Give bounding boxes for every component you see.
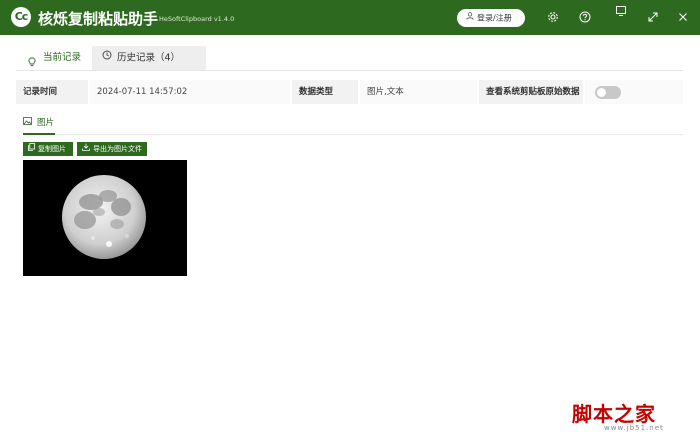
pin-icon[interactable]	[615, 5, 627, 17]
tab-image[interactable]: 图片	[23, 116, 54, 132]
moon-image	[23, 160, 187, 276]
toggle-knob	[597, 88, 606, 97]
watermark-title: 脚本之家	[572, 402, 656, 426]
user-icon	[466, 9, 474, 27]
copy-image-button[interactable]: 复制图片	[23, 142, 73, 156]
app-logo: Cc	[11, 7, 31, 27]
copy-icon	[28, 142, 35, 156]
help-icon[interactable]	[579, 11, 591, 23]
tab-image-label: 图片	[37, 118, 55, 128]
tab-history-record[interactable]: 历史记录（4）	[92, 46, 206, 70]
record-time-value: 2024-07-11 14:57:02	[90, 80, 290, 104]
content-tabs-divider	[23, 134, 683, 135]
raw-data-label: 查看系统剪贴板原始数据	[479, 80, 583, 104]
tab-current-record[interactable]: 当前记录	[16, 46, 90, 70]
data-type-value: 图片,文本	[360, 80, 477, 104]
login-register-button[interactable]: 登录/注册	[457, 9, 525, 27]
record-info-row: 记录时间 2024-07-11 14:57:02 数据类型 图片,文本 查看系统…	[16, 80, 683, 104]
export-image-label: 导出为图片文件	[93, 145, 142, 153]
settings-icon[interactable]	[547, 11, 559, 23]
active-tab-indicator	[23, 133, 55, 135]
maximize-icon[interactable]	[647, 11, 659, 23]
title-bar: Cc 核烁复制粘贴助手 HeSoftClipboard v1.4.0 登录/注册	[0, 0, 700, 35]
tab-history-label: 历史记录（4）	[117, 52, 181, 64]
history-icon	[102, 46, 112, 70]
export-image-button[interactable]: 导出为图片文件	[77, 142, 147, 156]
app-title: 核烁复制粘贴助手	[38, 10, 159, 28]
record-time-label: 记录时间	[16, 80, 88, 104]
copy-image-label: 复制图片	[38, 145, 66, 153]
tabs-divider	[16, 70, 683, 71]
clipboard-image-preview	[23, 160, 187, 276]
site-watermark: 脚本之家 www.jb51.net	[572, 398, 692, 438]
app-version: HeSoftClipboard v1.4.0	[159, 15, 235, 23]
data-type-label: 数据类型	[292, 80, 358, 104]
bulb-icon	[28, 53, 36, 77]
close-icon[interactable]	[677, 11, 689, 23]
image-icon	[23, 117, 32, 128]
login-register-label: 登录/注册	[477, 13, 512, 23]
download-icon	[82, 142, 90, 156]
raw-data-toggle[interactable]	[595, 86, 621, 99]
tab-current-label: 当前记录	[43, 52, 82, 63]
